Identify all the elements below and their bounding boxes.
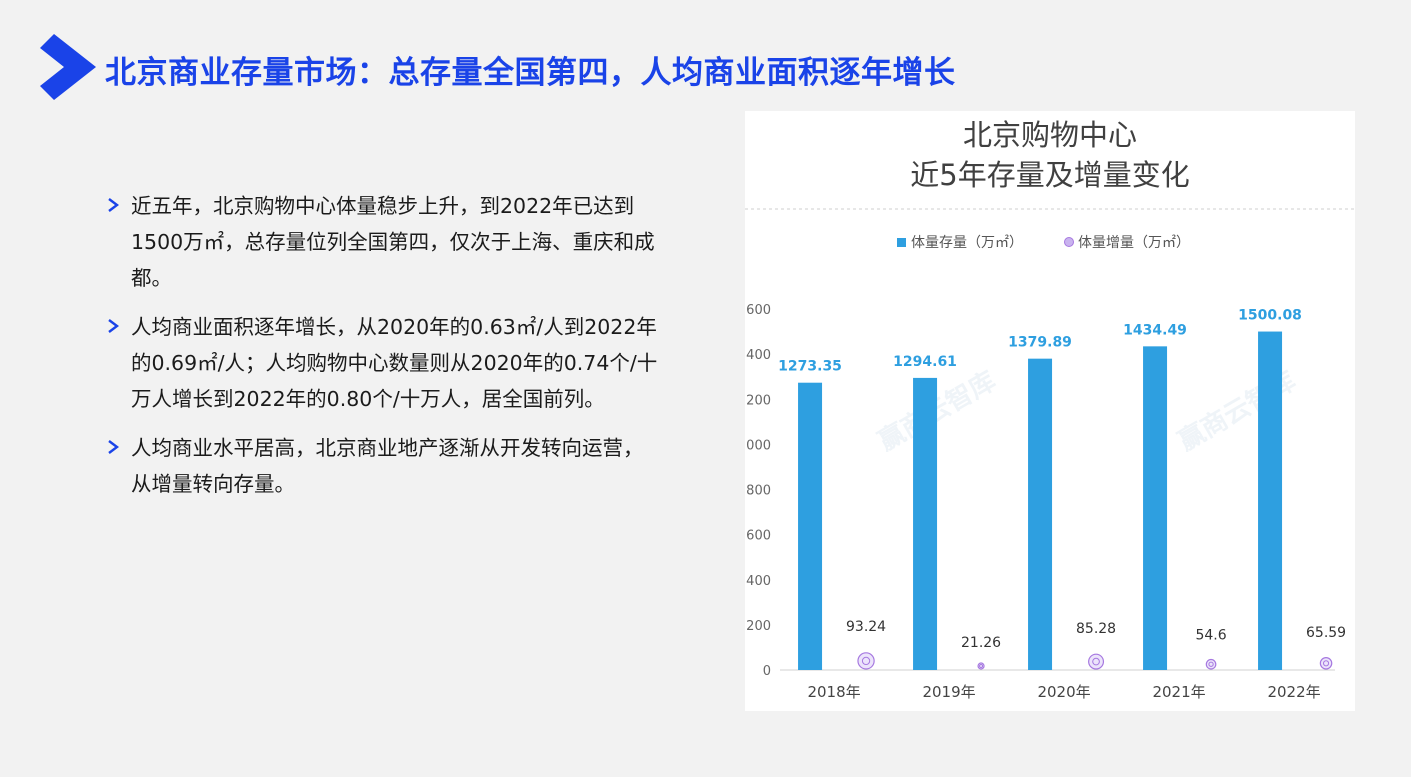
y-tick-label: 1000: [745, 438, 771, 453]
bullet-item: 人均商业水平居高，北京商业地产逐渐从开发转向运营，从增量转向存量。: [100, 430, 660, 502]
x-tick-label: 2022年: [1267, 683, 1320, 701]
stock-value-label: 1500.08: [1238, 308, 1302, 324]
bullet-item: 人均商业面积逐年增长，从2020年的0.63㎡/人到2022年的0.69㎡/人；…: [100, 309, 660, 417]
chart-title-line1: 北京购物中心: [963, 118, 1137, 152]
watermark: 赢商云智库 赢商云智库: [873, 365, 1301, 457]
stock-bar: [913, 377, 938, 670]
bullet-item: 近五年，北京购物中心体量稳步上升，到2022年已达到1500万㎡，总存量位列全国…: [100, 188, 660, 296]
increment-value-label: 85.28: [1076, 621, 1116, 637]
chart-title-line2: 近5年存量及增量变化: [910, 158, 1189, 192]
y-tick-label: 200: [746, 619, 771, 634]
legend-swatch-stock: [897, 238, 906, 247]
bullet-text: 近五年，北京购物中心体量稳步上升，到2022年已达到1500万㎡，总存量位列全国…: [131, 194, 655, 290]
legend-swatch-increment: [1064, 237, 1074, 247]
arrow-bullet-icon: [108, 319, 119, 333]
y-tick-label: 800: [746, 484, 771, 499]
page-title: 北京商业存量市场：总存量全国第四，人均商业面积逐年增长: [105, 55, 956, 91]
arrow-bullet-icon: [108, 198, 119, 212]
x-tick-label: 2020年: [1037, 683, 1090, 701]
stock-bar: [1258, 331, 1283, 670]
plot-area: 0 200 400 600 800 1000 1200 1400 1600 1273.35 93.2…: [745, 303, 1346, 701]
chart-card: 北京购物中心 近5年存量及增量变化 体量存量（万㎡） 体量增量（万㎡） 赢商云智…: [745, 111, 1355, 711]
arrow-bullet-icon: [108, 440, 119, 454]
stock-bar: [1143, 346, 1168, 670]
bullet-list: 近五年，北京购物中心体量稳步上升，到2022年已达到1500万㎡，总存量位列全国…: [100, 188, 660, 515]
stock-bar: [798, 382, 823, 670]
bullet-text: 人均商业水平居高，北京商业地产逐渐从开发转向运营，从增量转向存量。: [131, 436, 644, 496]
stock-value-label: 1434.49: [1123, 322, 1187, 338]
brand-logo-icon: [40, 34, 96, 100]
y-tick-label: 600: [746, 529, 771, 544]
y-tick-label: 0: [763, 664, 771, 679]
increment-value-label: 65.59: [1306, 625, 1346, 641]
x-tick-label: 2018年: [807, 683, 860, 701]
increment-value-label: 54.6: [1195, 628, 1226, 644]
bar-chart: 北京购物中心 近5年存量及增量变化 体量存量（万㎡） 体量增量（万㎡） 赢商云智…: [745, 118, 1355, 701]
x-tick-label: 2021年: [1152, 683, 1205, 701]
increment-marker: [1319, 657, 1333, 670]
stock-value-label: 1379.89: [1008, 335, 1072, 351]
x-tick-label: 2019年: [922, 683, 975, 701]
stock-value-label: 1294.61: [893, 354, 957, 370]
increment-marker: [1088, 653, 1105, 670]
increment-value-label: 93.24: [846, 619, 886, 635]
increment-value-label: 21.26: [961, 635, 1001, 651]
legend-label-stock: 体量存量（万㎡）: [911, 235, 1023, 251]
legend: 体量存量（万㎡） 体量增量（万㎡）: [897, 235, 1190, 251]
stock-bar: [1028, 358, 1053, 670]
increment-marker: [1205, 658, 1217, 670]
legend-label-increment: 体量增量（万㎡）: [1078, 235, 1190, 251]
y-tick-label: 1200: [745, 393, 771, 408]
y-tick-label: 400: [746, 574, 771, 589]
stock-value-label: 1273.35: [778, 359, 842, 375]
y-tick-label: 1600: [745, 303, 771, 318]
bullet-text: 人均商业面积逐年增长，从2020年的0.63㎡/人到2022年的0.69㎡/人；…: [131, 315, 658, 411]
increment-marker: [977, 662, 985, 670]
increment-marker: [857, 652, 875, 670]
y-tick-label: 1400: [745, 348, 771, 363]
